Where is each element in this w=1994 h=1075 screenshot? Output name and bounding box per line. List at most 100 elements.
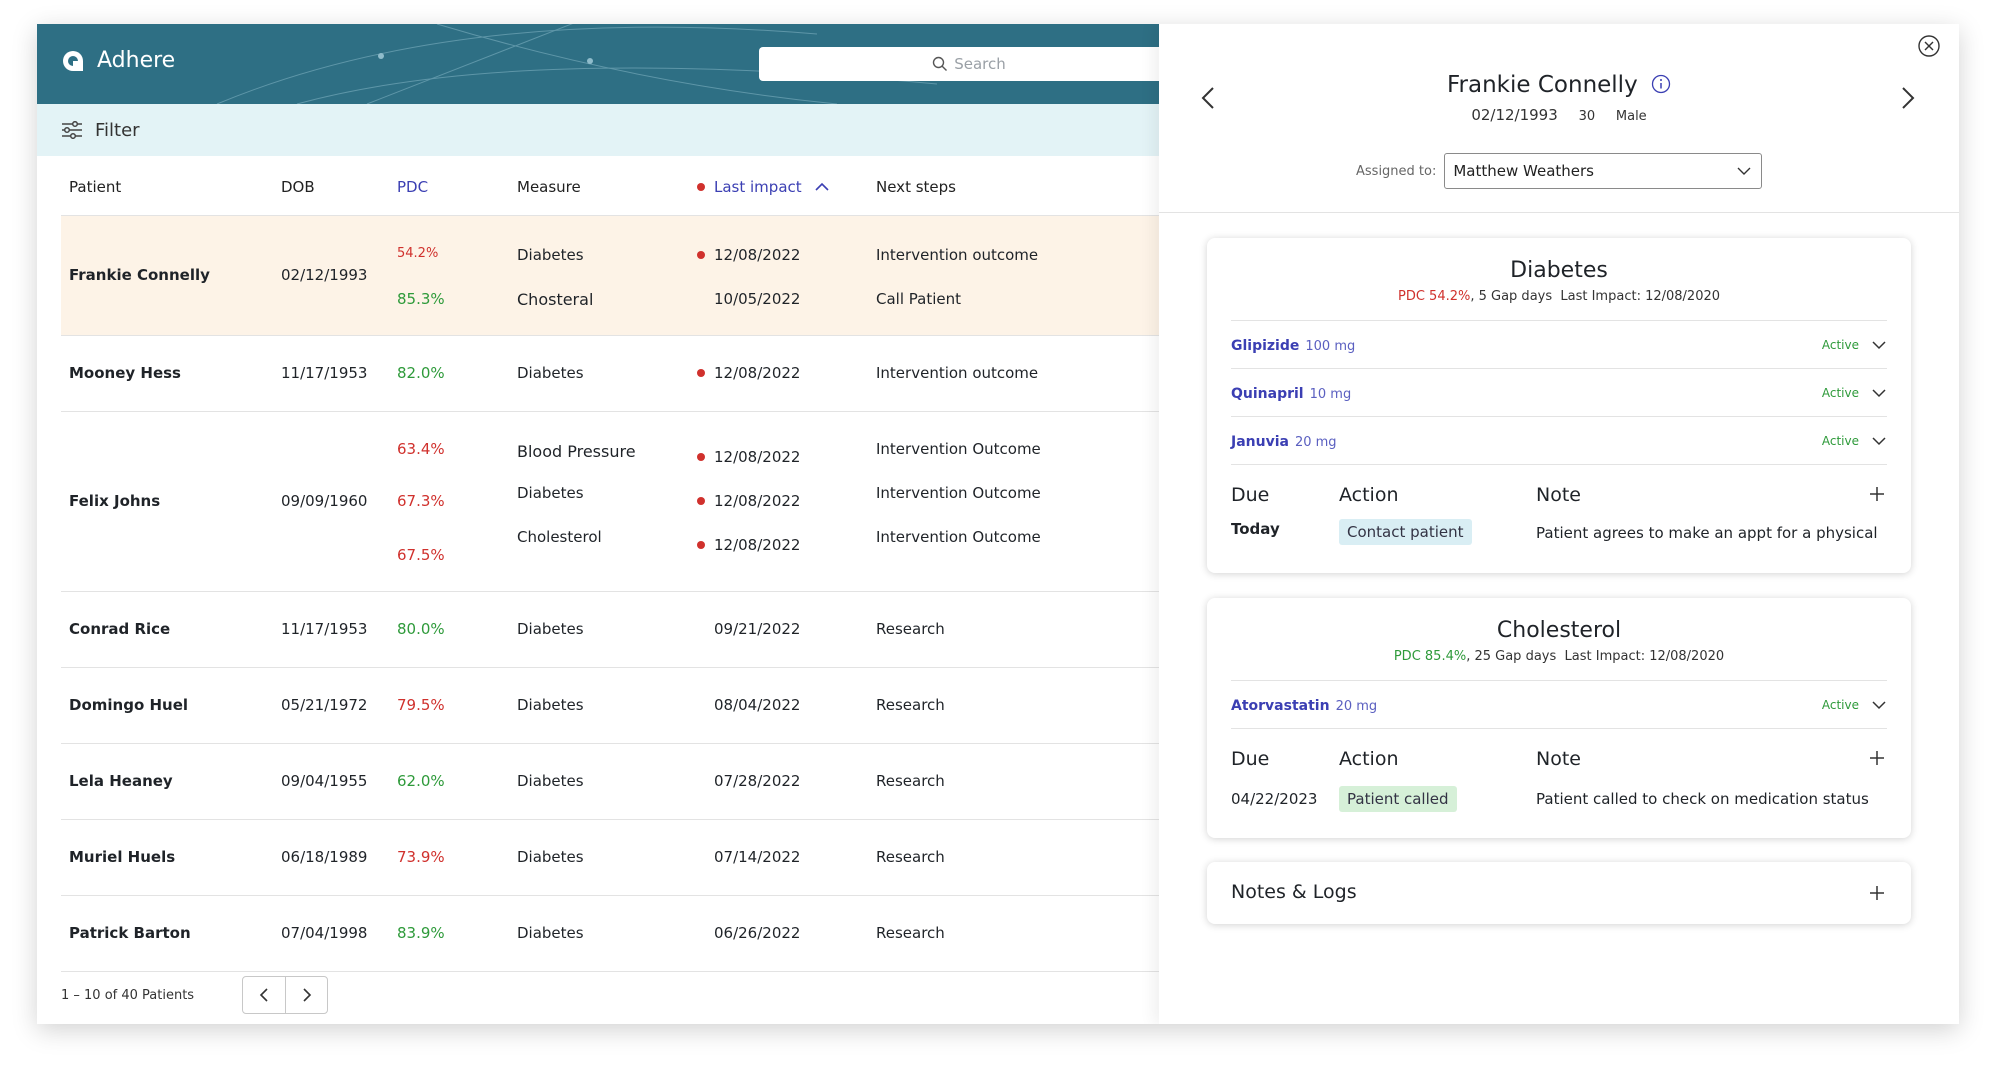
pdc-value: 63.4%	[397, 440, 445, 458]
next-step: Intervention Outcome	[876, 440, 1041, 458]
next-step: Research	[876, 772, 945, 790]
close-icon[interactable]	[1917, 34, 1941, 58]
task-action-pill[interactable]: Contact patient	[1339, 519, 1472, 545]
med-status: Active	[1821, 385, 1859, 400]
search-input[interactable]: Search	[759, 47, 1179, 81]
medication-row[interactable]: Glipizide 100 mg Active	[1231, 320, 1887, 368]
patient-dob: 11/17/1953	[281, 364, 368, 382]
pdc-value: 67.5%	[397, 546, 445, 564]
header-patient[interactable]: Patient	[69, 178, 121, 196]
status-dot	[697, 182, 705, 191]
header-dob[interactable]: DOB	[281, 178, 315, 196]
status-dot	[697, 250, 705, 259]
filter-sliders-icon[interactable]	[61, 121, 83, 139]
card-summary: PDC 85.4%, 25 Gap days Last Impact: 12/0…	[1207, 649, 1911, 664]
due-header: Due	[1231, 748, 1270, 770]
last-impact-date: 12/08/2022	[714, 364, 801, 382]
chevron-down-icon[interactable]	[1871, 388, 1887, 398]
last-impact: 12/08/2022	[697, 364, 800, 382]
next-step: Intervention Outcome	[876, 484, 1041, 502]
card-summary: PDC 54.2%, 5 Gap days Last Impact: 12/08…	[1207, 289, 1911, 304]
filter-bar: Filter	[37, 104, 1159, 156]
prev-page-button[interactable]	[243, 977, 285, 1013]
filter-button[interactable]: Filter	[95, 120, 140, 141]
card-gap-days: , 5 Gap days	[1470, 289, 1553, 304]
card-pdc: PDC 85.4%	[1393, 649, 1467, 664]
card-pdc: PDC 54.2%	[1397, 289, 1471, 304]
medication-row[interactable]: Atorvastatin 20 mg Active	[1231, 680, 1887, 728]
task-due: 04/22/2023	[1231, 790, 1318, 808]
chevron-down-icon[interactable]	[1871, 436, 1887, 446]
app-logo[interactable]: Adhere	[61, 48, 175, 73]
notes-logs-card[interactable]: Notes & Logs	[1207, 862, 1911, 924]
task-action-pill[interactable]: Patient called	[1339, 786, 1457, 812]
patient-dob: 06/18/1989	[281, 848, 368, 866]
panel-sex: Male	[1615, 109, 1647, 124]
card-title: Diabetes	[1510, 258, 1608, 283]
info-icon[interactable]	[1651, 74, 1671, 94]
patient-dob: 02/12/1993	[281, 266, 368, 284]
measure: Diabetes	[517, 364, 584, 382]
measure: Diabetes	[517, 246, 584, 264]
header-last-impact[interactable]: Last impact	[697, 178, 830, 196]
last-impact-date: 08/04/2022	[714, 696, 801, 714]
add-task-icon[interactable]	[1869, 750, 1885, 766]
last-impact: 09/21/2022	[697, 620, 800, 638]
medication-row[interactable]: Januvia 20 mg Active	[1231, 416, 1887, 464]
patient-name: Lela Heaney	[69, 772, 173, 790]
assigned-label: Assigned to:	[1356, 163, 1437, 179]
last-impact-date: 12/08/2022	[714, 246, 801, 264]
last-impact-date: 10/05/2022	[714, 290, 801, 308]
task-note: Patient called to check on medication st…	[1536, 790, 1869, 808]
patient-name: Felix Johns	[69, 492, 161, 510]
pdc-value: 80.0%	[397, 620, 445, 638]
last-impact-date: 09/21/2022	[714, 620, 801, 638]
status-dot	[697, 368, 705, 377]
last-impact: 07/14/2022	[697, 848, 800, 866]
table-row[interactable]: Conrad Rice 11/17/1953 80.0% Diabetes 09…	[61, 592, 1159, 668]
med-status: Active	[1821, 697, 1859, 712]
pdc-value: 62.0%	[397, 772, 445, 790]
table-row[interactable]: Mooney Hess 11/17/1953 82.0% Diabetes 12…	[61, 336, 1159, 412]
due-header: Due	[1231, 484, 1270, 506]
table-row[interactable]: Frankie Connelly 02/12/1993 54.2% 85.3% …	[61, 216, 1159, 336]
measure: Blood Pressure	[517, 442, 636, 461]
header-pdc[interactable]: PDC	[397, 178, 428, 196]
table-row[interactable]: Felix Johns 09/09/1960 63.4% 67.3% 67.5%…	[61, 412, 1159, 592]
chevron-down-icon[interactable]	[1871, 340, 1887, 350]
medication-row[interactable]: Quinapril 10 mg Active	[1231, 368, 1887, 416]
patient-name: Domingo Huel	[69, 696, 189, 714]
last-impact-date: 07/14/2022	[714, 848, 801, 866]
status-dot	[697, 452, 705, 461]
add-note-icon[interactable]	[1869, 885, 1885, 901]
next-page-button[interactable]	[285, 977, 327, 1013]
assignee-value: Matthew Weathers	[1453, 162, 1594, 180]
header-next-steps[interactable]: Next steps	[876, 178, 956, 196]
panel-patient-name: Frankie Connelly	[1447, 72, 1638, 98]
pdc-value: 82.0%	[397, 364, 445, 382]
measure: Diabetes	[517, 848, 584, 866]
patient-dob: 11/17/1953	[281, 620, 368, 638]
table-row[interactable]: Lela Heaney 09/04/1955 62.0% Diabetes 07…	[61, 744, 1159, 820]
last-impact: 10/05/2022	[697, 290, 800, 308]
app-window: Adhere Search Filter Patient DOB PDC Mea…	[37, 24, 1959, 1024]
divider	[1159, 212, 1959, 213]
table-row[interactable]: Patrick Barton 07/04/1998 83.9% Diabetes…	[61, 896, 1159, 972]
measure: Cholesterol	[517, 528, 602, 546]
app-name: Adhere	[97, 48, 176, 73]
last-impact: 06/26/2022	[697, 924, 800, 942]
pagination-label: 1 – 10 of 40 Patients	[61, 987, 195, 1003]
next-step: Research	[876, 924, 945, 942]
header-measure[interactable]: Measure	[517, 178, 581, 196]
patient-dob: 09/04/1955	[281, 772, 368, 790]
med-name: Januvia	[1231, 434, 1289, 450]
patient-detail-panel: Frankie Connelly 02/12/1993 30 Male Assi…	[1159, 24, 1959, 1024]
last-impact: 12/08/2022	[697, 448, 800, 466]
add-task-icon[interactable]	[1869, 486, 1885, 502]
chevron-down-icon[interactable]	[1871, 700, 1887, 710]
table-row[interactable]: Muriel Huels 06/18/1989 73.9% Diabetes 0…	[61, 820, 1159, 896]
table-row[interactable]: Domingo Huel 05/21/1972 79.5% Diabetes 0…	[61, 668, 1159, 744]
patient-name: Frankie Connelly	[69, 266, 210, 284]
measure: Diabetes	[517, 924, 584, 942]
assignee-select[interactable]: Matthew Weathers	[1444, 153, 1763, 189]
